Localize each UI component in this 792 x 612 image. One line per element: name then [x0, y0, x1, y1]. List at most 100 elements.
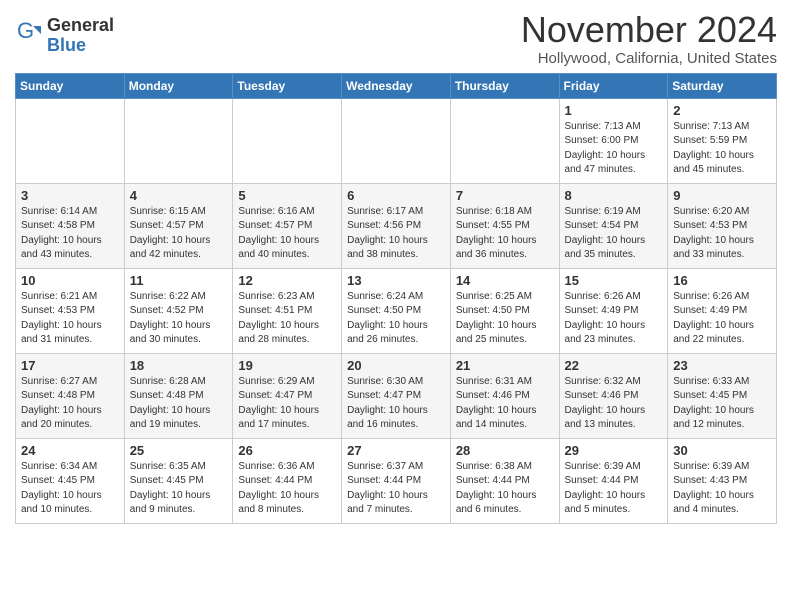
calendar-cell: 14Sunrise: 6:25 AM Sunset: 4:50 PM Dayli…	[450, 268, 559, 353]
day-number: 12	[238, 273, 337, 288]
logo-blue-text: Blue	[47, 36, 114, 56]
day-info: Sunrise: 6:26 AM Sunset: 4:49 PM Dayligh…	[673, 290, 772, 348]
day-number: 30	[673, 443, 772, 458]
calendar-table: SundayMondayTuesdayWednesdayThursdayFrid…	[15, 73, 777, 524]
logo-icon: G	[15, 18, 43, 46]
calendar-cell: 25 Sunrise: 6:35 AM Sunset: 4:45 PM Dayli…	[124, 438, 233, 523]
calendar-cell: 20 Sunrise: 6:30 AM Sunset: 4:47 PM Dayli…	[342, 353, 451, 438]
calendar-cell: 1 Sunrise: 7:13 AM Sunset: 6:00 PM Daylig…	[559, 98, 668, 183]
day-info: Sunrise: 6:24 AM Sunset: 4:50 PM Dayligh…	[347, 290, 446, 348]
header: G General Blue November 2024 Hollywood, …	[15, 10, 777, 67]
day-number: 2	[673, 103, 772, 118]
week-row-4: 17 Sunrise: 6:27 AM Sunset: 4:48 PM Dayli…	[16, 353, 777, 438]
day-info: Sunrise: 6:39 AM Sunset: 4:44 PM Dayligh…	[565, 460, 664, 518]
weekday-header-tuesday: Tuesday	[233, 73, 342, 98]
day-number: 29	[565, 443, 664, 458]
day-info: Sunrise: 7:13 AM Sunset: 6:00 PM Dayligh…	[565, 120, 664, 178]
calendar-cell	[124, 98, 233, 183]
day-info: Sunrise: 6:31 AM Sunset: 4:46 PM Dayligh…	[456, 375, 555, 433]
day-info: Sunrise: 6:23 AM Sunset: 4:51 PM Dayligh…	[238, 290, 337, 348]
calendar-cell: 9Sunrise: 6:20 AM Sunset: 4:53 PM Daylig…	[668, 183, 777, 268]
day-number: 4	[130, 188, 229, 203]
calendar-cell: 27Sunrise: 6:37 AM Sunset: 4:44 PM Dayli…	[342, 438, 451, 523]
day-number: 13	[347, 273, 446, 288]
calendar-cell: 7Sunrise: 6:18 AM Sunset: 4:55 PM Daylig…	[450, 183, 559, 268]
weekday-header-row: SundayMondayTuesdayWednesdayThursdayFrid…	[16, 73, 777, 98]
day-number: 17	[21, 358, 120, 373]
day-number: 6	[347, 188, 446, 203]
day-info: Sunrise: 6:36 AM Sunset: 4:44 PM Dayligh…	[238, 460, 337, 518]
day-info: Sunrise: 6:39 AM Sunset: 4:43 PM Dayligh…	[673, 460, 772, 518]
weekday-header-sunday: Sunday	[16, 73, 125, 98]
day-info: Sunrise: 6:35 AM Sunset: 4:45 PM Dayligh…	[130, 460, 229, 518]
calendar-cell: 11Sunrise: 6:22 AM Sunset: 4:52 PM Dayli…	[124, 268, 233, 353]
calendar-cell: 22 Sunrise: 6:32 AM Sunset: 4:46 PM Dayli…	[559, 353, 668, 438]
week-row-5: 24 Sunrise: 6:34 AM Sunset: 4:45 PM Dayli…	[16, 438, 777, 523]
calendar-cell: 24 Sunrise: 6:34 AM Sunset: 4:45 PM Dayli…	[16, 438, 125, 523]
day-info: Sunrise: 6:14 AM Sunset: 4:58 PM Dayligh…	[21, 205, 120, 263]
month-title: November 2024	[521, 10, 777, 50]
day-number: 7	[456, 188, 555, 203]
day-number: 10	[21, 273, 120, 288]
calendar-cell: 17 Sunrise: 6:27 AM Sunset: 4:48 PM Dayli…	[16, 353, 125, 438]
day-number: 23	[673, 358, 772, 373]
day-info: Sunrise: 6:34 AM Sunset: 4:45 PM Dayligh…	[21, 460, 120, 518]
calendar-cell: 12 Sunrise: 6:23 AM Sunset: 4:51 PM Dayli…	[233, 268, 342, 353]
calendar-cell: 6 Sunrise: 6:17 AM Sunset: 4:56 PM Daylig…	[342, 183, 451, 268]
calendar-cell: 16 Sunrise: 6:26 AM Sunset: 4:49 PM Dayli…	[668, 268, 777, 353]
day-number: 15	[565, 273, 664, 288]
calendar-cell: 10 Sunrise: 6:21 AM Sunset: 4:53 PM Dayli…	[16, 268, 125, 353]
calendar-cell: 13 Sunrise: 6:24 AM Sunset: 4:50 PM Dayli…	[342, 268, 451, 353]
calendar-cell: 18 Sunrise: 6:28 AM Sunset: 4:48 PM Dayli…	[124, 353, 233, 438]
day-info: Sunrise: 6:32 AM Sunset: 4:46 PM Dayligh…	[565, 375, 664, 433]
day-info: Sunrise: 6:22 AM Sunset: 4:52 PM Dayligh…	[130, 290, 229, 348]
weekday-header-saturday: Saturday	[668, 73, 777, 98]
day-number: 9	[673, 188, 772, 203]
calendar-cell: 8 Sunrise: 6:19 AM Sunset: 4:54 PM Daylig…	[559, 183, 668, 268]
day-info: Sunrise: 6:21 AM Sunset: 4:53 PM Dayligh…	[21, 290, 120, 348]
weekday-header-thursday: Thursday	[450, 73, 559, 98]
calendar-cell: 29 Sunrise: 6:39 AM Sunset: 4:44 PM Dayli…	[559, 438, 668, 523]
day-info: Sunrise: 6:27 AM Sunset: 4:48 PM Dayligh…	[21, 375, 120, 433]
week-row-3: 10 Sunrise: 6:21 AM Sunset: 4:53 PM Dayli…	[16, 268, 777, 353]
day-number: 16	[673, 273, 772, 288]
calendar-cell: 5Sunrise: 6:16 AM Sunset: 4:57 PM Daylig…	[233, 183, 342, 268]
day-number: 3	[21, 188, 120, 203]
logo-text: General Blue	[47, 16, 114, 56]
calendar-cell: 30 Sunrise: 6:39 AM Sunset: 4:43 PM Dayli…	[668, 438, 777, 523]
calendar-cell: 4 Sunrise: 6:15 AM Sunset: 4:57 PM Daylig…	[124, 183, 233, 268]
day-number: 24	[21, 443, 120, 458]
day-info: Sunrise: 6:25 AM Sunset: 4:50 PM Dayligh…	[456, 290, 555, 348]
day-number: 1	[565, 103, 664, 118]
day-info: Sunrise: 6:19 AM Sunset: 4:54 PM Dayligh…	[565, 205, 664, 263]
day-number: 26	[238, 443, 337, 458]
logo-general-text: General	[47, 16, 114, 36]
day-info: Sunrise: 6:29 AM Sunset: 4:47 PM Dayligh…	[238, 375, 337, 433]
calendar-cell: 19 Sunrise: 6:29 AM Sunset: 4:47 PM Dayli…	[233, 353, 342, 438]
calendar-cell	[16, 98, 125, 183]
day-number: 22	[565, 358, 664, 373]
location-text: Hollywood, California, United States	[521, 50, 777, 67]
day-info: Sunrise: 6:15 AM Sunset: 4:57 PM Dayligh…	[130, 205, 229, 263]
week-row-2: 3 Sunrise: 6:14 AM Sunset: 4:58 PM Daylig…	[16, 183, 777, 268]
day-info: Sunrise: 6:37 AM Sunset: 4:44 PM Dayligh…	[347, 460, 446, 518]
weekday-header-monday: Monday	[124, 73, 233, 98]
day-number: 21	[456, 358, 555, 373]
weekday-header-friday: Friday	[559, 73, 668, 98]
weekday-header-wednesday: Wednesday	[342, 73, 451, 98]
day-number: 18	[130, 358, 229, 373]
day-info: Sunrise: 6:28 AM Sunset: 4:48 PM Dayligh…	[130, 375, 229, 433]
day-info: Sunrise: 6:38 AM Sunset: 4:44 PM Dayligh…	[456, 460, 555, 518]
day-number: 25	[130, 443, 229, 458]
day-info: Sunrise: 6:30 AM Sunset: 4:47 PM Dayligh…	[347, 375, 446, 433]
day-number: 20	[347, 358, 446, 373]
day-info: Sunrise: 7:13 AM Sunset: 5:59 PM Dayligh…	[673, 120, 772, 178]
day-number: 19	[238, 358, 337, 373]
calendar-cell: 23 Sunrise: 6:33 AM Sunset: 4:45 PM Dayli…	[668, 353, 777, 438]
day-info: Sunrise: 6:16 AM Sunset: 4:57 PM Dayligh…	[238, 205, 337, 263]
day-number: 8	[565, 188, 664, 203]
calendar-cell: 26 Sunrise: 6:36 AM Sunset: 4:44 PM Dayli…	[233, 438, 342, 523]
day-info: Sunrise: 6:17 AM Sunset: 4:56 PM Dayligh…	[347, 205, 446, 263]
calendar-cell	[342, 98, 451, 183]
day-info: Sunrise: 6:33 AM Sunset: 4:45 PM Dayligh…	[673, 375, 772, 433]
